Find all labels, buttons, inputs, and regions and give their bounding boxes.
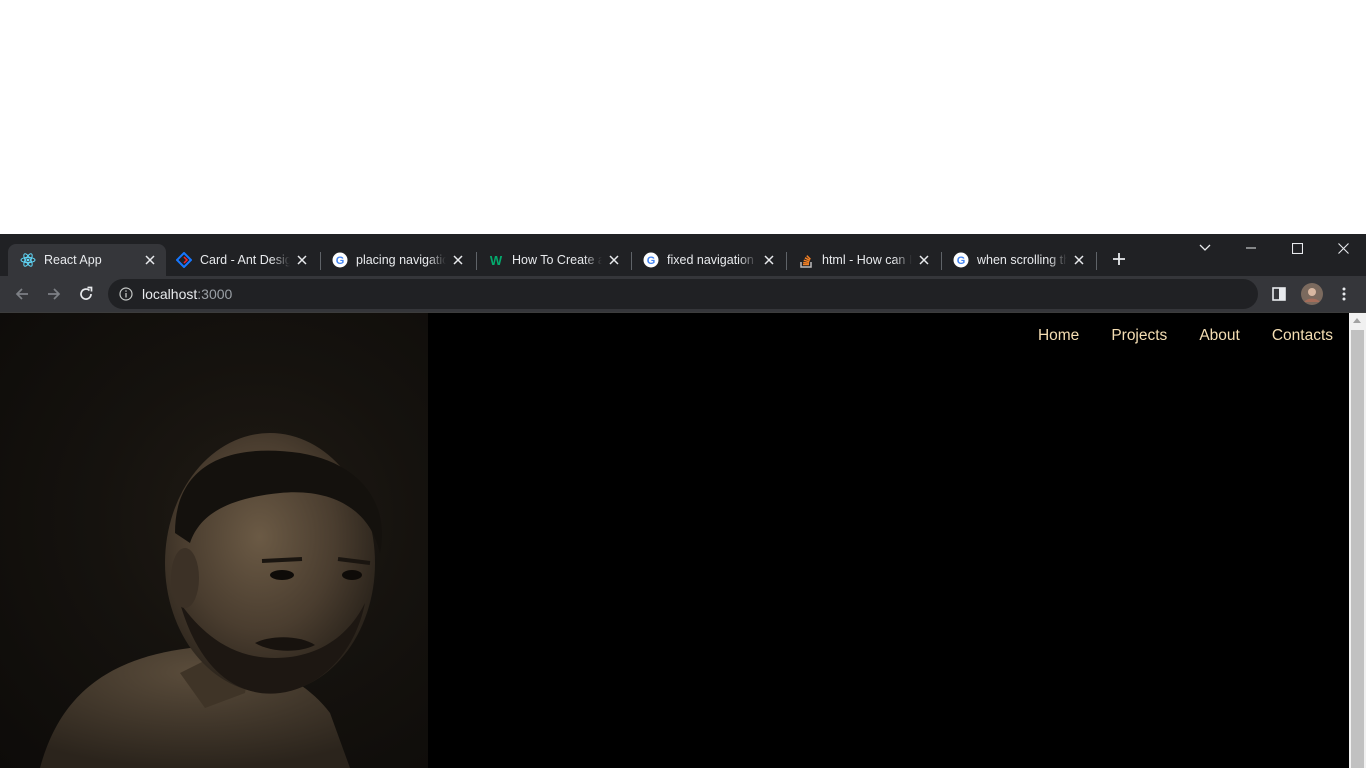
nav-link-projects[interactable]: Projects xyxy=(1111,327,1167,345)
tab-title: html - How can I xyxy=(822,253,912,267)
close-icon[interactable] xyxy=(294,252,310,268)
nav-link-about[interactable]: About xyxy=(1199,327,1240,345)
tab-card-ant-design[interactable]: Card - Ant Design xyxy=(164,244,318,276)
info-icon[interactable] xyxy=(118,286,134,302)
new-tab-button[interactable] xyxy=(1108,248,1130,270)
kebab-menu-icon xyxy=(1342,287,1346,301)
close-icon[interactable] xyxy=(142,252,158,268)
svg-text:G: G xyxy=(647,255,656,267)
forward-button[interactable] xyxy=(42,282,66,306)
tab-separator xyxy=(1096,252,1097,270)
side-panel-button[interactable] xyxy=(1267,282,1291,306)
google-icon: G xyxy=(332,252,348,268)
svg-text:G: G xyxy=(957,255,966,267)
desktop-blank-area xyxy=(0,0,1366,234)
url-port: :3000 xyxy=(197,286,233,302)
tab-html-how-can[interactable]: html - How can I xyxy=(786,244,940,276)
nav-link-contacts[interactable]: Contacts xyxy=(1272,327,1333,345)
tab-title: Card - Ant Design xyxy=(200,253,290,267)
avatar xyxy=(1301,283,1323,305)
svg-text:W: W xyxy=(490,253,503,268)
page-viewport: Home Projects About Contacts xyxy=(0,313,1349,768)
plus-icon xyxy=(1113,253,1125,265)
url-host: localhost xyxy=(142,286,198,302)
nav-link-home[interactable]: Home xyxy=(1038,327,1079,345)
url-text: localhost:3000 xyxy=(142,286,232,302)
tab-strip: React App Card - Ant Design G placing na… xyxy=(0,234,1366,276)
arrow-left-icon xyxy=(15,288,28,300)
maximize-button[interactable] xyxy=(1274,234,1320,262)
close-icon xyxy=(1337,242,1349,254)
scrollbar-thumb[interactable] xyxy=(1351,330,1364,768)
menu-button[interactable] xyxy=(1332,282,1356,306)
close-icon[interactable] xyxy=(1071,252,1087,268)
tab-search-button[interactable] xyxy=(1182,234,1228,262)
tab-when-scrolling[interactable]: G when scrolling the xyxy=(941,244,1095,276)
tab-title: fixed navigation bar xyxy=(667,253,757,267)
close-icon[interactable] xyxy=(450,252,466,268)
close-icon[interactable] xyxy=(761,252,777,268)
chevron-down-icon xyxy=(1199,244,1211,251)
maximize-icon xyxy=(1291,242,1303,254)
google-icon: G xyxy=(953,252,969,268)
scroll-up-arrow-icon[interactable] xyxy=(1353,318,1361,323)
hero-portrait-image xyxy=(0,313,428,768)
reload-button[interactable] xyxy=(74,282,98,306)
vertical-scrollbar[interactable] xyxy=(1349,313,1366,768)
ant-design-icon xyxy=(176,252,192,268)
reload-icon xyxy=(80,286,93,300)
close-window-button[interactable] xyxy=(1320,234,1366,262)
address-bar[interactable]: localhost:3000 xyxy=(108,279,1258,309)
google-icon: G xyxy=(643,252,659,268)
tab-react-app[interactable]: React App xyxy=(8,244,166,276)
tab-how-to-create[interactable]: W How To Create a xyxy=(476,244,630,276)
tab-title: React App xyxy=(44,253,102,267)
tab-placing-navigation[interactable]: G placing navigation xyxy=(320,244,474,276)
back-button[interactable] xyxy=(10,282,34,306)
stackoverflow-icon xyxy=(798,252,814,268)
react-icon xyxy=(20,252,36,268)
minimize-button[interactable] xyxy=(1228,234,1274,262)
profile-button[interactable] xyxy=(1300,282,1324,306)
site-navigation: Home Projects About Contacts xyxy=(1038,327,1333,345)
close-icon[interactable] xyxy=(606,252,622,268)
tab-title: How To Create a xyxy=(512,253,602,267)
minimize-icon xyxy=(1246,247,1256,249)
tab-title: when scrolling the xyxy=(977,253,1067,267)
close-icon[interactable] xyxy=(916,252,932,268)
tab-fixed-navigation[interactable]: G fixed navigation bar xyxy=(631,244,785,276)
arrow-right-icon xyxy=(48,288,61,300)
side-panel-icon xyxy=(1272,287,1286,301)
svg-text:G: G xyxy=(336,255,345,267)
tab-title: placing navigation xyxy=(356,253,446,267)
w3schools-icon: W xyxy=(488,252,504,268)
